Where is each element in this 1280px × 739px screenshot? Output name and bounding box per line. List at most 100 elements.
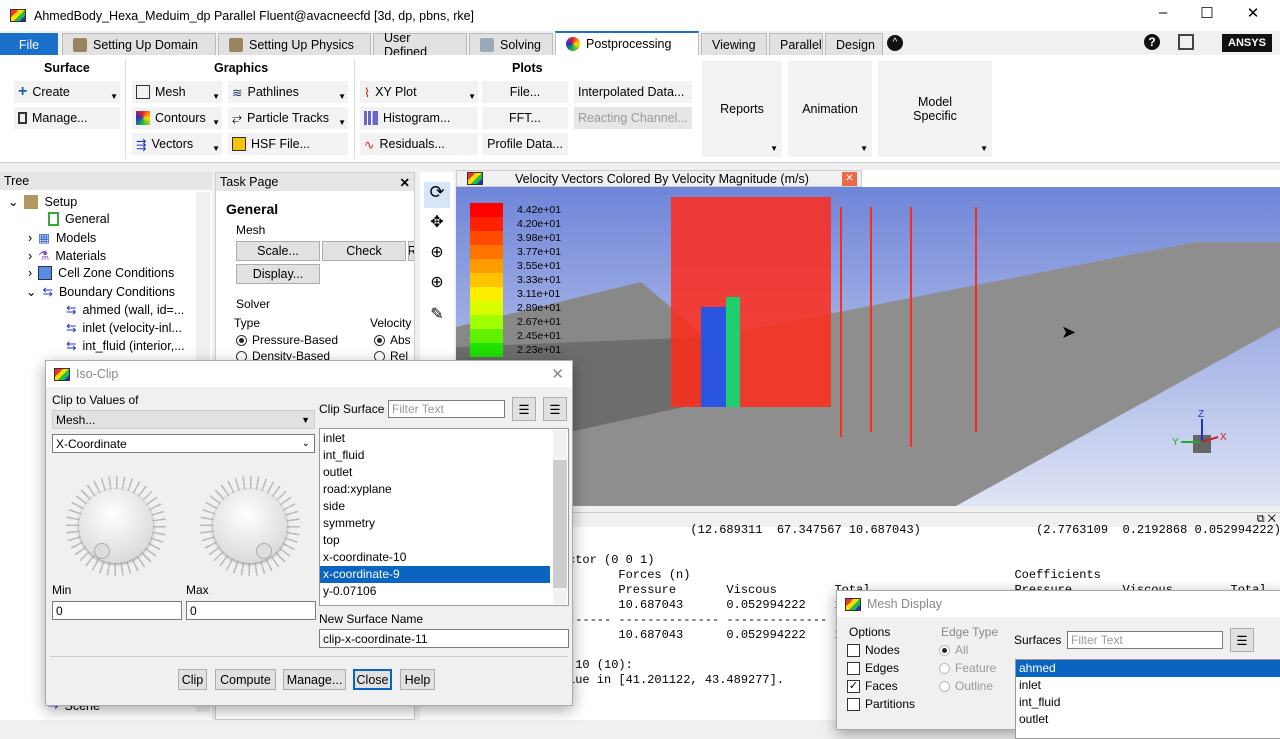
fft-button[interactable]: FFT... xyxy=(482,107,568,129)
clip-surface-item[interactable]: top xyxy=(320,532,550,549)
tree-item-cell-zone-conditions[interactable]: › Cell Zone Conditions xyxy=(28,266,174,280)
clip-surface-item[interactable]: road:xyplane xyxy=(320,481,550,498)
graphics-canvas[interactable]: Z Y X xyxy=(456,187,1280,506)
surfaces-filter-input[interactable]: Filter Text xyxy=(1067,631,1223,649)
graphics-tab[interactable]: Velocity Vectors Colored By Velocity Mag… xyxy=(456,170,862,187)
clip-surface-item[interactable]: outlet xyxy=(320,464,550,481)
xy-plot-button[interactable]: ⌇ XY Plot ▼ xyxy=(360,81,478,103)
mesh-surface-item[interactable]: ahmed xyxy=(1016,660,1280,677)
tab-setting-up-physics[interactable]: Setting Up Physics xyxy=(218,33,371,55)
tree-item-inlet[interactable]: ⇆ inlet (velocity-inl... xyxy=(66,320,182,336)
tab-setting-up-domain[interactable]: Setting Up Domain xyxy=(62,33,216,55)
help-icon[interactable]: ? xyxy=(1144,34,1160,50)
tree-item-models[interactable]: › ▦ Models xyxy=(28,230,96,246)
tab-file[interactable]: File xyxy=(0,33,58,55)
interpolated-data-button[interactable]: Interpolated Data... xyxy=(574,81,692,103)
minimize-button[interactable]: – xyxy=(1148,4,1178,21)
min-knob[interactable] xyxy=(66,476,166,576)
tree-item-general[interactable]: General xyxy=(48,212,109,226)
tab-viewing[interactable]: Viewing xyxy=(701,33,767,55)
surfaces-list[interactable]: ahmed inlet int_fluid outlet xyxy=(1015,659,1280,739)
category-dropdown[interactable]: Mesh... ▼ xyxy=(52,410,315,429)
close-window-button[interactable]: ✕ xyxy=(1238,4,1268,22)
close-button[interactable]: Close xyxy=(353,669,392,690)
check-button[interactable]: Check xyxy=(322,241,406,261)
close-icon[interactable]: ✕ xyxy=(551,365,564,383)
compute-button[interactable]: Compute xyxy=(215,669,276,690)
scale-button[interactable]: Scale... xyxy=(236,241,320,261)
tab-postprocessing[interactable]: Postprocessing xyxy=(555,31,699,55)
animation-button[interactable]: Animation ▼ xyxy=(788,61,872,157)
help-button[interactable]: Help xyxy=(400,669,435,690)
partitions-checkbox[interactable]: Partitions xyxy=(847,697,915,712)
manage-button[interactable]: Manage... xyxy=(283,669,346,690)
close-icon[interactable]: ✕ xyxy=(400,175,410,190)
max-knob[interactable] xyxy=(200,476,300,576)
clip-surface-filter-input[interactable]: Filter Text xyxy=(388,400,505,418)
clip-surface-item[interactable]: y-0.07106 xyxy=(320,583,550,600)
filter-options-button[interactable]: ☰ xyxy=(1230,628,1254,652)
mesh-surface-item[interactable]: int_fluid xyxy=(1016,694,1280,711)
legend-value: 2.23e+01 xyxy=(517,344,562,356)
pressure-based-radio[interactable]: Pressure-Based xyxy=(236,333,338,347)
clip-surface-item[interactable]: inlet xyxy=(320,430,550,447)
clip-surface-item[interactable]: symmetry xyxy=(320,515,550,532)
vectors-button[interactable]: ⇶ Vectors ▼ xyxy=(132,133,222,155)
tab-user-defined[interactable]: User Defined xyxy=(373,31,467,59)
particle-tracks-button[interactable]: ⥂ Particle Tracks ▼ xyxy=(228,107,348,129)
clip-surface-item[interactable]: int_fluid xyxy=(320,447,550,464)
tab-solving[interactable]: Solving xyxy=(469,33,553,55)
sort-options-button[interactable]: ☰ xyxy=(543,397,567,421)
absolute-radio[interactable]: Abs xyxy=(374,333,411,347)
scroll-thumb[interactable] xyxy=(553,460,567,588)
residuals-button[interactable]: ∿ Residuals... xyxy=(360,133,478,155)
maximize-button[interactable]: ☐ xyxy=(1192,4,1222,22)
filter-options-button[interactable]: ☰ xyxy=(512,397,536,421)
histogram-button[interactable]: Histogram... xyxy=(360,107,478,129)
legend-entry: 3.11e+01 xyxy=(470,287,561,301)
clip-surface-item[interactable]: x-coordinate-9 xyxy=(320,566,550,583)
tree-item-setup[interactable]: ⌄ Setup xyxy=(8,194,77,209)
clip-surface-item[interactable]: x-coordinate-10 xyxy=(320,549,550,566)
layout-icon[interactable] xyxy=(1178,34,1194,50)
rotate-icon[interactable]: ⟳ xyxy=(424,182,450,208)
display-button[interactable]: Display... xyxy=(236,264,320,284)
hsf-file-button[interactable]: HSF File... xyxy=(228,133,348,155)
mesh-button[interactable]: Mesh ▼ xyxy=(132,81,222,103)
zoom-icon[interactable]: ⊕ xyxy=(424,242,450,262)
probe-icon[interactable]: ✎ xyxy=(424,304,450,324)
min-input[interactable]: 0 xyxy=(52,601,182,620)
surface-create-button[interactable]: + Create ▼ xyxy=(14,81,120,103)
model-specific-button[interactable]: Model Specific ▼ xyxy=(878,61,992,157)
tree-item-materials[interactable]: › ⚗ Materials xyxy=(28,248,106,264)
faces-checkbox[interactable]: ✓ Faces xyxy=(847,679,898,694)
pan-icon[interactable]: ✥ xyxy=(424,212,450,232)
pathlines-button[interactable]: ≋ Pathlines ▼ xyxy=(228,81,348,103)
field-dropdown[interactable]: X-Coordinate ⌄ xyxy=(52,434,315,453)
boundary-icon: ⇆ xyxy=(66,303,77,317)
mesh-surface-item[interactable]: inlet xyxy=(1016,677,1280,694)
close-graphics-icon[interactable]: ✕ xyxy=(842,171,857,186)
nodes-checkbox[interactable]: Nodes xyxy=(847,643,900,658)
profile-data-button[interactable]: Profile Data... xyxy=(482,133,568,155)
new-surface-name-input[interactable]: clip-x-coordinate-11 xyxy=(319,629,569,648)
zoom-in-icon[interactable]: ⊕ xyxy=(424,272,450,292)
tree-item-int-fluid[interactable]: ⇆ int_fluid (interior,... xyxy=(66,338,185,354)
surface-manage-button[interactable]: Manage... xyxy=(14,107,120,129)
max-input[interactable]: 0 xyxy=(186,601,316,620)
plot-file-button[interactable]: File... xyxy=(482,81,568,103)
edges-checkbox[interactable]: Edges xyxy=(847,661,899,676)
reports-button[interactable]: Reports ▼ xyxy=(702,61,782,157)
tree-item-ahmed[interactable]: ⇆ ahmed (wall, id=... xyxy=(66,302,184,318)
report-quality-button[interactable]: R xyxy=(408,241,414,261)
clip-button[interactable]: Clip xyxy=(178,669,207,690)
contours-button[interactable]: Contours ▼ xyxy=(132,107,222,129)
tab-parallel[interactable]: Parallel xyxy=(769,33,823,55)
tree-item-boundary-conditions[interactable]: ⌄ ⇆ Boundary Conditions xyxy=(26,284,175,300)
list-scrollbar[interactable] xyxy=(553,430,567,604)
tab-label: Parallel xyxy=(780,37,822,52)
clip-surface-item[interactable]: side xyxy=(320,498,550,515)
clip-surface-list[interactable]: inlet int_fluid outlet road:xyplane side symm… xyxy=(319,428,569,606)
collapse-ribbon-icon[interactable]: ^ xyxy=(887,35,903,51)
tab-design[interactable]: Design xyxy=(825,33,883,55)
